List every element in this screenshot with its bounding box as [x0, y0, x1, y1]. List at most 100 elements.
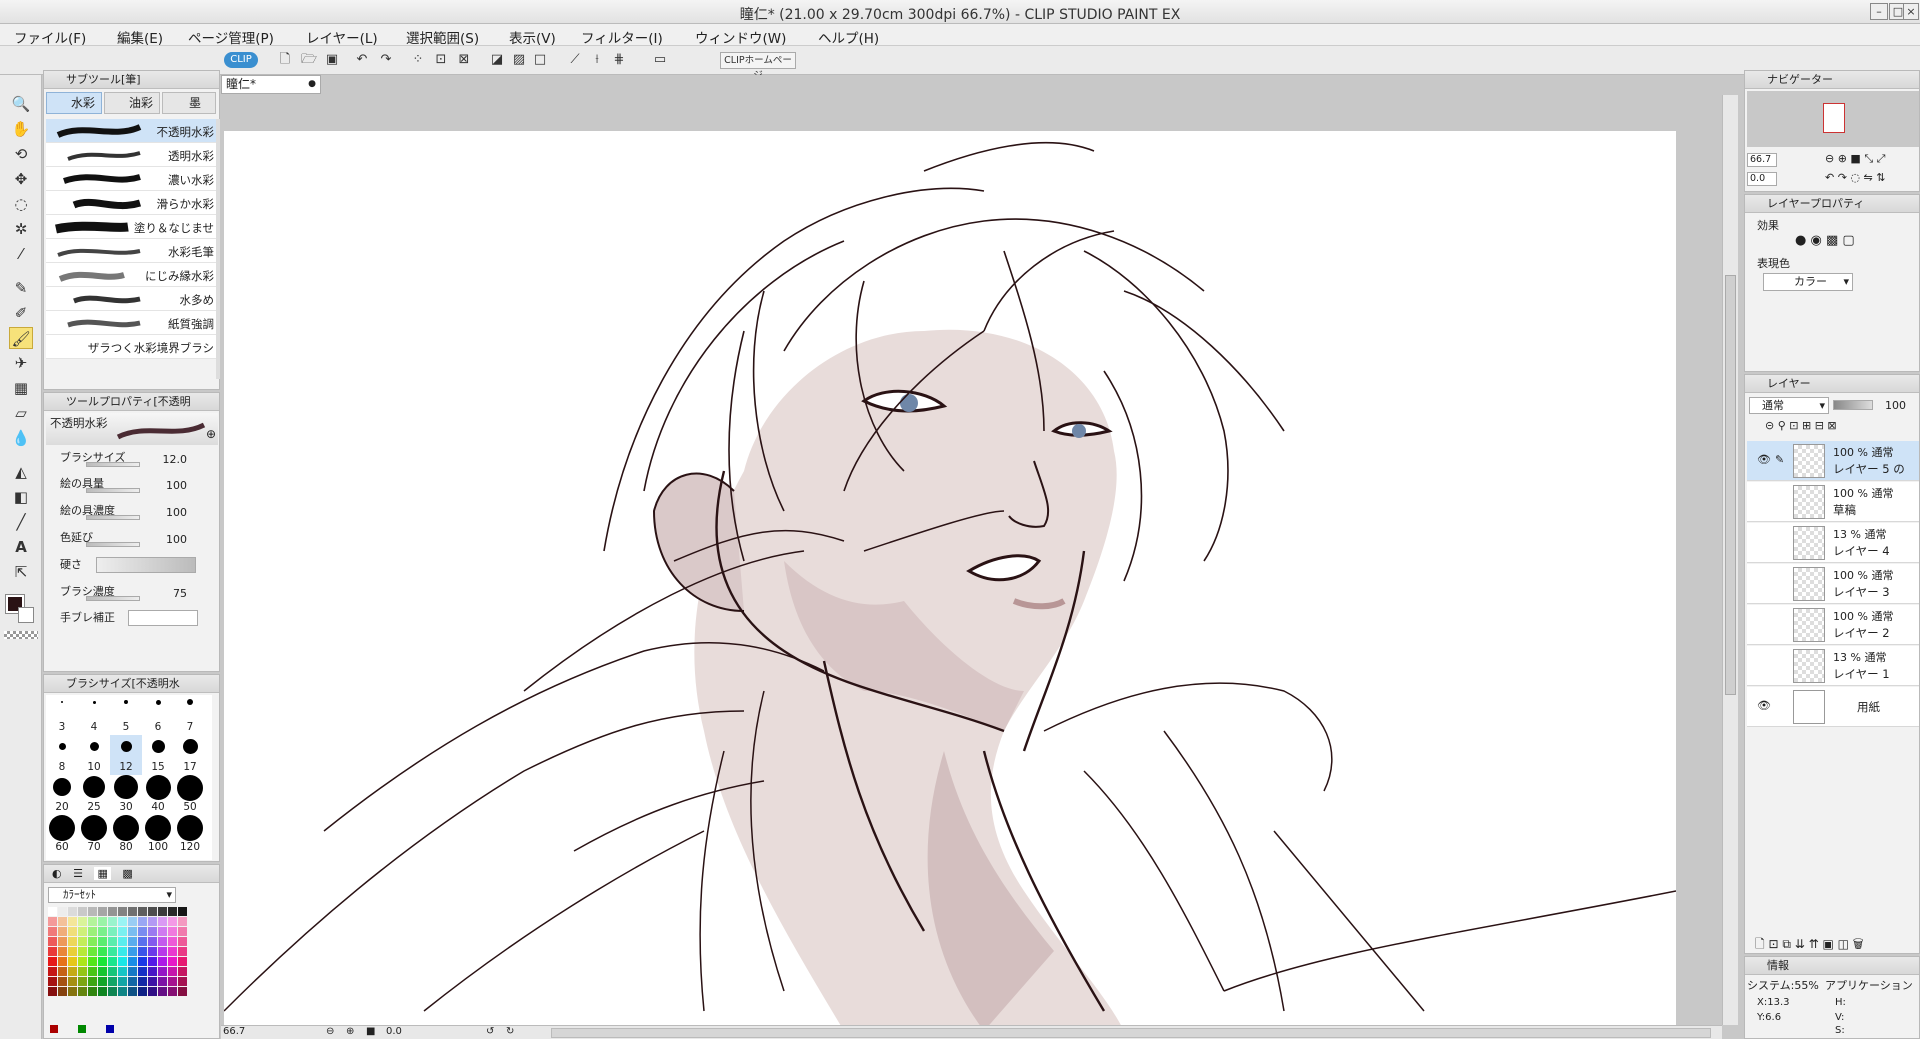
palette-swatch[interactable] [88, 977, 97, 986]
size-preset[interactable]: 70 [78, 815, 110, 855]
palette-swatch[interactable] [118, 987, 127, 996]
size-preset[interactable]: 6 [142, 695, 174, 735]
prop-value[interactable]: 100 [166, 533, 187, 546]
blend-tool-icon[interactable]: 💧 [9, 427, 33, 449]
layer-row[interactable]: 100 % 通常 レイヤー 3 [1747, 564, 1919, 604]
palette-swatch[interactable] [178, 917, 187, 926]
grid-icon[interactable]: ⋕ [610, 51, 628, 69]
color-palette[interactable] [48, 907, 198, 997]
palette-swatch[interactable] [88, 927, 97, 936]
prop-value[interactable]: 12.0 [163, 453, 188, 466]
palette-swatch[interactable] [88, 937, 97, 946]
eyedropper-icon[interactable]: ⁄ [9, 243, 33, 265]
selection-icon[interactable]: ⁘ [409, 51, 427, 69]
palette-swatch[interactable] [128, 917, 137, 926]
palette-swatch[interactable] [118, 907, 127, 916]
pen-tool-icon[interactable]: ✎ [9, 277, 33, 299]
size-preset[interactable]: 3 [46, 695, 78, 735]
opacity-slider[interactable] [1833, 400, 1873, 410]
menu-edit[interactable]: 編集(E) [117, 27, 163, 47]
stabilization-selector[interactable] [128, 610, 198, 626]
brush-tool-icon[interactable]: 🖌 [9, 327, 33, 349]
palette-swatch[interactable] [88, 947, 97, 956]
rotate-tool-icon[interactable]: ⟲ [9, 143, 33, 165]
prop-brush-density[interactable]: ブラシ濃度 75 [48, 583, 213, 609]
palette-swatch[interactable] [78, 987, 87, 996]
palette-swatch[interactable] [148, 927, 157, 936]
palette-swatch[interactable] [128, 937, 137, 946]
prop-paint-density[interactable]: 絵の具濃度 100 [48, 502, 213, 528]
figure-tool-icon[interactable]: ╱ [9, 511, 33, 533]
snap-icon[interactable]: ⟋ [566, 51, 584, 69]
undo-icon[interactable]: ↶ [353, 51, 371, 69]
palette-swatch[interactable] [48, 977, 57, 986]
palette-swatch[interactable] [68, 907, 77, 916]
palette-swatch[interactable] [98, 977, 107, 986]
palette-swatch[interactable] [98, 947, 107, 956]
size-preset[interactable]: 7 [174, 695, 206, 735]
palette-swatch[interactable] [178, 957, 187, 966]
palette-swatch[interactable] [178, 977, 187, 986]
palette-swatch[interactable] [168, 987, 177, 996]
decoration-tool-icon[interactable]: ▦ [9, 377, 33, 399]
palette-swatch[interactable] [88, 907, 97, 916]
prop-slider[interactable] [86, 462, 140, 467]
size-preset[interactable]: 15 [142, 735, 174, 775]
palette-swatch[interactable] [148, 917, 157, 926]
palette-swatch[interactable] [118, 977, 127, 986]
size-preset[interactable]: 80 [110, 815, 142, 855]
palette-swatch[interactable] [138, 927, 147, 936]
display-icon[interactable]: ▭ [651, 51, 669, 69]
palette-swatch[interactable] [158, 917, 167, 926]
palette-swatch[interactable] [68, 977, 77, 986]
eye-icon[interactable]: 👁 [1757, 453, 1771, 466]
palette-swatch[interactable] [68, 957, 77, 966]
palette-swatch[interactable] [138, 957, 147, 966]
size-preset[interactable]: 30 [110, 775, 142, 815]
palette-swatch[interactable] [138, 977, 147, 986]
palette-swatch[interactable] [148, 987, 157, 996]
palette-swatch[interactable] [48, 917, 57, 926]
palette-swatch[interactable] [88, 917, 97, 926]
size-preset[interactable]: 25 [78, 775, 110, 815]
size-preset[interactable]: 20 [46, 775, 78, 815]
magic-wand-icon[interactable]: ✲ [9, 218, 33, 240]
color-set-tab-icon[interactable]: ▦ [94, 867, 111, 880]
palette-swatch[interactable] [98, 927, 107, 936]
palette-swatch[interactable] [178, 967, 187, 976]
size-preset[interactable]: 100 [142, 815, 174, 855]
palette-swatch[interactable] [168, 907, 177, 916]
new-file-icon[interactable]: 🗋 [276, 51, 294, 69]
zoom-tool-icon[interactable]: 🔍 [9, 93, 33, 115]
balloon-tool-icon[interactable]: ⇱ [9, 561, 33, 583]
prop-stabilization[interactable]: 手ブレ補正 [48, 609, 213, 635]
palette-swatch[interactable] [78, 967, 87, 976]
hardness-selector[interactable] [96, 557, 196, 573]
palette-swatch[interactable] [88, 987, 97, 996]
clip-logo[interactable]: CLIP [224, 52, 258, 68]
close-button[interactable]: × [1903, 3, 1919, 20]
recent-color[interactable] [50, 1025, 58, 1033]
layer-row[interactable]: 13 % 通常 レイヤー 1 [1747, 646, 1919, 686]
hscroll-track[interactable] [551, 1028, 1711, 1038]
palette-swatch[interactable] [108, 947, 117, 956]
brush-smooth-watercolor[interactable]: 滑らか水彩 [46, 191, 218, 215]
brush-list-scrollbar[interactable] [216, 119, 220, 379]
crop-icon[interactable]: ⊡ [432, 51, 450, 69]
canvas-paper[interactable] [224, 131, 1676, 1031]
tab-ink[interactable]: 墨 [162, 92, 216, 114]
brush-opaque-watercolor[interactable]: 不透明水彩 [46, 119, 218, 143]
transform-icon[interactable]: ⊠ [455, 51, 473, 69]
open-file-icon[interactable]: 🗁 [300, 51, 318, 69]
palette-swatch[interactable] [178, 907, 187, 916]
effect-icons[interactable]: ● ◉ ▩ ▢ [1795, 233, 1855, 248]
fill-tool-icon[interactable]: ◭ [9, 461, 33, 483]
clear-icon[interactable]: ▨ [510, 51, 528, 69]
layer-tool-icons[interactable]: ⊝ ⚲ ⊡ ⊞ ⊟ ⊠ [1765, 419, 1837, 432]
palette-swatch[interactable] [98, 907, 107, 916]
palette-swatch[interactable] [108, 937, 117, 946]
palette-swatch[interactable] [128, 967, 137, 976]
blend-mode-select[interactable]: 通常 ▾ [1749, 397, 1829, 414]
prop-value[interactable]: 100 [166, 506, 187, 519]
brush-rough-edge[interactable]: ザラつく水彩境界ブラシ [46, 335, 218, 359]
